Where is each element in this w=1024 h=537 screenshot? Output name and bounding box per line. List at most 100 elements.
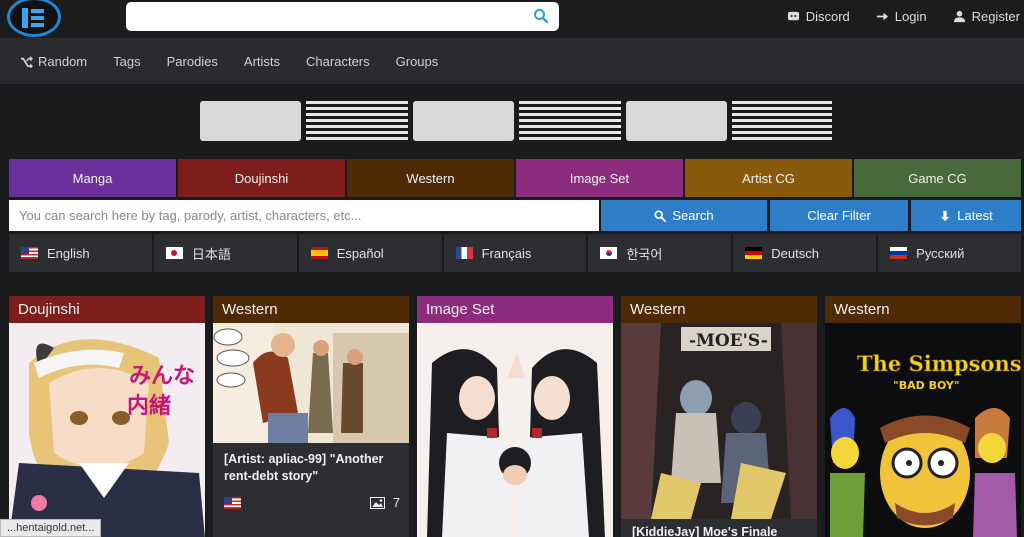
ad-banner-area [200,101,832,143]
main-search-input[interactable] [9,200,599,231]
card-title[interactable]: [Artist: apliac-99] "Another rent-debt s… [224,451,400,485]
top-bar: Discord Login Register [0,0,1024,38]
nav-artists-label: Artists [243,53,281,69]
nav-artists[interactable]: Artists [244,54,280,69]
category-label: Image Set [569,170,630,186]
language-german[interactable]: Deutsch [733,234,877,272]
card-category: Western [834,301,890,318]
search-button[interactable]: Search [601,200,767,231]
search-row: Search Clear Filter Latest [9,200,1021,231]
status-bar-url: ...hentaigold.net... [0,519,102,537]
category-label: Manga [72,170,113,186]
language-korean[interactable]: 한국어 [588,234,732,272]
ad-placeholder[interactable] [413,101,514,141]
category-western[interactable]: Western [347,159,514,197]
main-nav: Random Tags Parodies Artists Characters … [0,38,1024,84]
card-thumbnail: The Simpsons "BAD BOY" [825,323,1021,537]
nav-random[interactable]: Random [20,54,87,69]
nav-parodies[interactable]: Parodies [167,54,218,69]
flag-us-icon [21,247,38,259]
card-thumbnail: -MOE'S- [621,323,817,519]
gallery-grid: Doujinshi みんな 内緒 Western [Artist: apliac… [9,296,1021,537]
login-label: Login [894,8,927,24]
language-bar: English 日本語 Español Français 한국어 Deutsch… [9,234,1022,272]
nav-parodies-label: Parodies [166,53,218,69]
ad-placeholder[interactable] [306,101,408,143]
card-category-badge: Western [213,296,409,323]
flag-de-icon [745,247,763,259]
category-artist-cg[interactable]: Artist CG [685,159,852,197]
category-doujinshi[interactable]: Doujinshi [178,159,345,197]
card-title[interactable]: [KiddieJay] Moe's Finale [632,524,808,537]
category-manga[interactable]: Manga [9,159,176,197]
discord-icon [787,11,799,20]
gallery-card[interactable]: Western -MOE'S- [KiddieJay] Moe's Finale [621,296,817,537]
ad-placeholder[interactable] [519,101,621,143]
discord-link[interactable]: Discord [787,9,850,24]
category-label: Artist CG [742,170,795,186]
image-count-value: 7 [393,496,400,510]
language-russian[interactable]: Русский [878,234,1022,272]
language-label: Français [481,245,532,261]
svg-text:-MOE'S-: -MOE'S- [689,331,768,351]
language-label: English [47,245,90,261]
ad-placeholder[interactable] [626,101,727,141]
user-icon [953,10,965,22]
card-category: Image Set [426,301,495,318]
category-image-set[interactable]: Image Set [516,159,683,197]
language-french[interactable]: Français [443,234,587,272]
language-english[interactable]: English [9,234,152,272]
shuffle-icon [20,55,33,68]
gallery-card[interactable]: Western The Simpsons "BAD BOY" [825,296,1021,537]
card-category: Doujinshi [18,301,80,318]
discord-label: Discord [805,8,850,24]
category-bar: Manga Doujinshi Western Image Set Artist… [9,159,1021,197]
search-icon [654,209,667,222]
nav-tags[interactable]: Tags [113,54,140,69]
nav-characters-label: Characters [306,53,370,69]
register-label: Register [971,8,1020,24]
svg-text:"BAD BOY": "BAD BOY" [893,379,960,392]
language-label: Русский [916,245,965,261]
search-button-label: Search [672,208,714,223]
language-spanish[interactable]: Español [298,234,442,272]
card-category-badge: Western [825,296,1021,323]
card-thumbnail: みんな 内緒 [9,323,205,537]
register-link[interactable]: Register [953,9,1020,24]
card-thumbnail [417,323,613,537]
card-category: Western [630,301,686,318]
flag-fr-icon [455,247,473,259]
flag-us-icon [224,497,241,509]
language-label: Español [336,245,384,261]
card-category-badge: Image Set [417,296,613,323]
svg-text:The Simpsons: The Simpsons [857,351,1021,376]
clear-filter-button[interactable]: Clear Filter [770,200,908,231]
ad-placeholder[interactable] [732,101,832,143]
svg-text:みんな: みんな [129,364,195,389]
card-thumbnail [213,323,409,443]
nav-groups-label: Groups [395,53,439,69]
category-label: Game CG [908,170,967,186]
nav-characters[interactable]: Characters [306,54,370,69]
login-link[interactable]: Login [876,9,927,24]
gallery-card[interactable]: Doujinshi みんな 内緒 [9,296,205,537]
latest-button[interactable]: Latest [911,200,1021,231]
search-icon[interactable] [533,8,549,24]
card-footer: 7 [224,496,400,510]
header-search-input[interactable] [126,2,559,31]
nav-groups[interactable]: Groups [396,54,439,69]
flag-kr-icon [600,247,618,259]
language-japanese[interactable]: 日本語 [153,234,297,272]
card-category: Western [222,301,278,318]
language-label: 한국어 [626,246,663,262]
nav-tags-label: Tags [113,53,141,69]
flag-jp-icon [165,247,183,259]
ad-placeholder[interactable] [200,101,301,141]
gallery-card[interactable]: Western [Artist: apliac-99] "Another ren… [213,296,409,537]
category-game-cg[interactable]: Game CG [854,159,1021,197]
clear-filter-label: Clear Filter [807,208,871,223]
site-logo[interactable] [7,0,61,37]
card-category-badge: Doujinshi [9,296,205,323]
login-icon [876,12,888,20]
gallery-card[interactable]: Image Set [417,296,613,537]
